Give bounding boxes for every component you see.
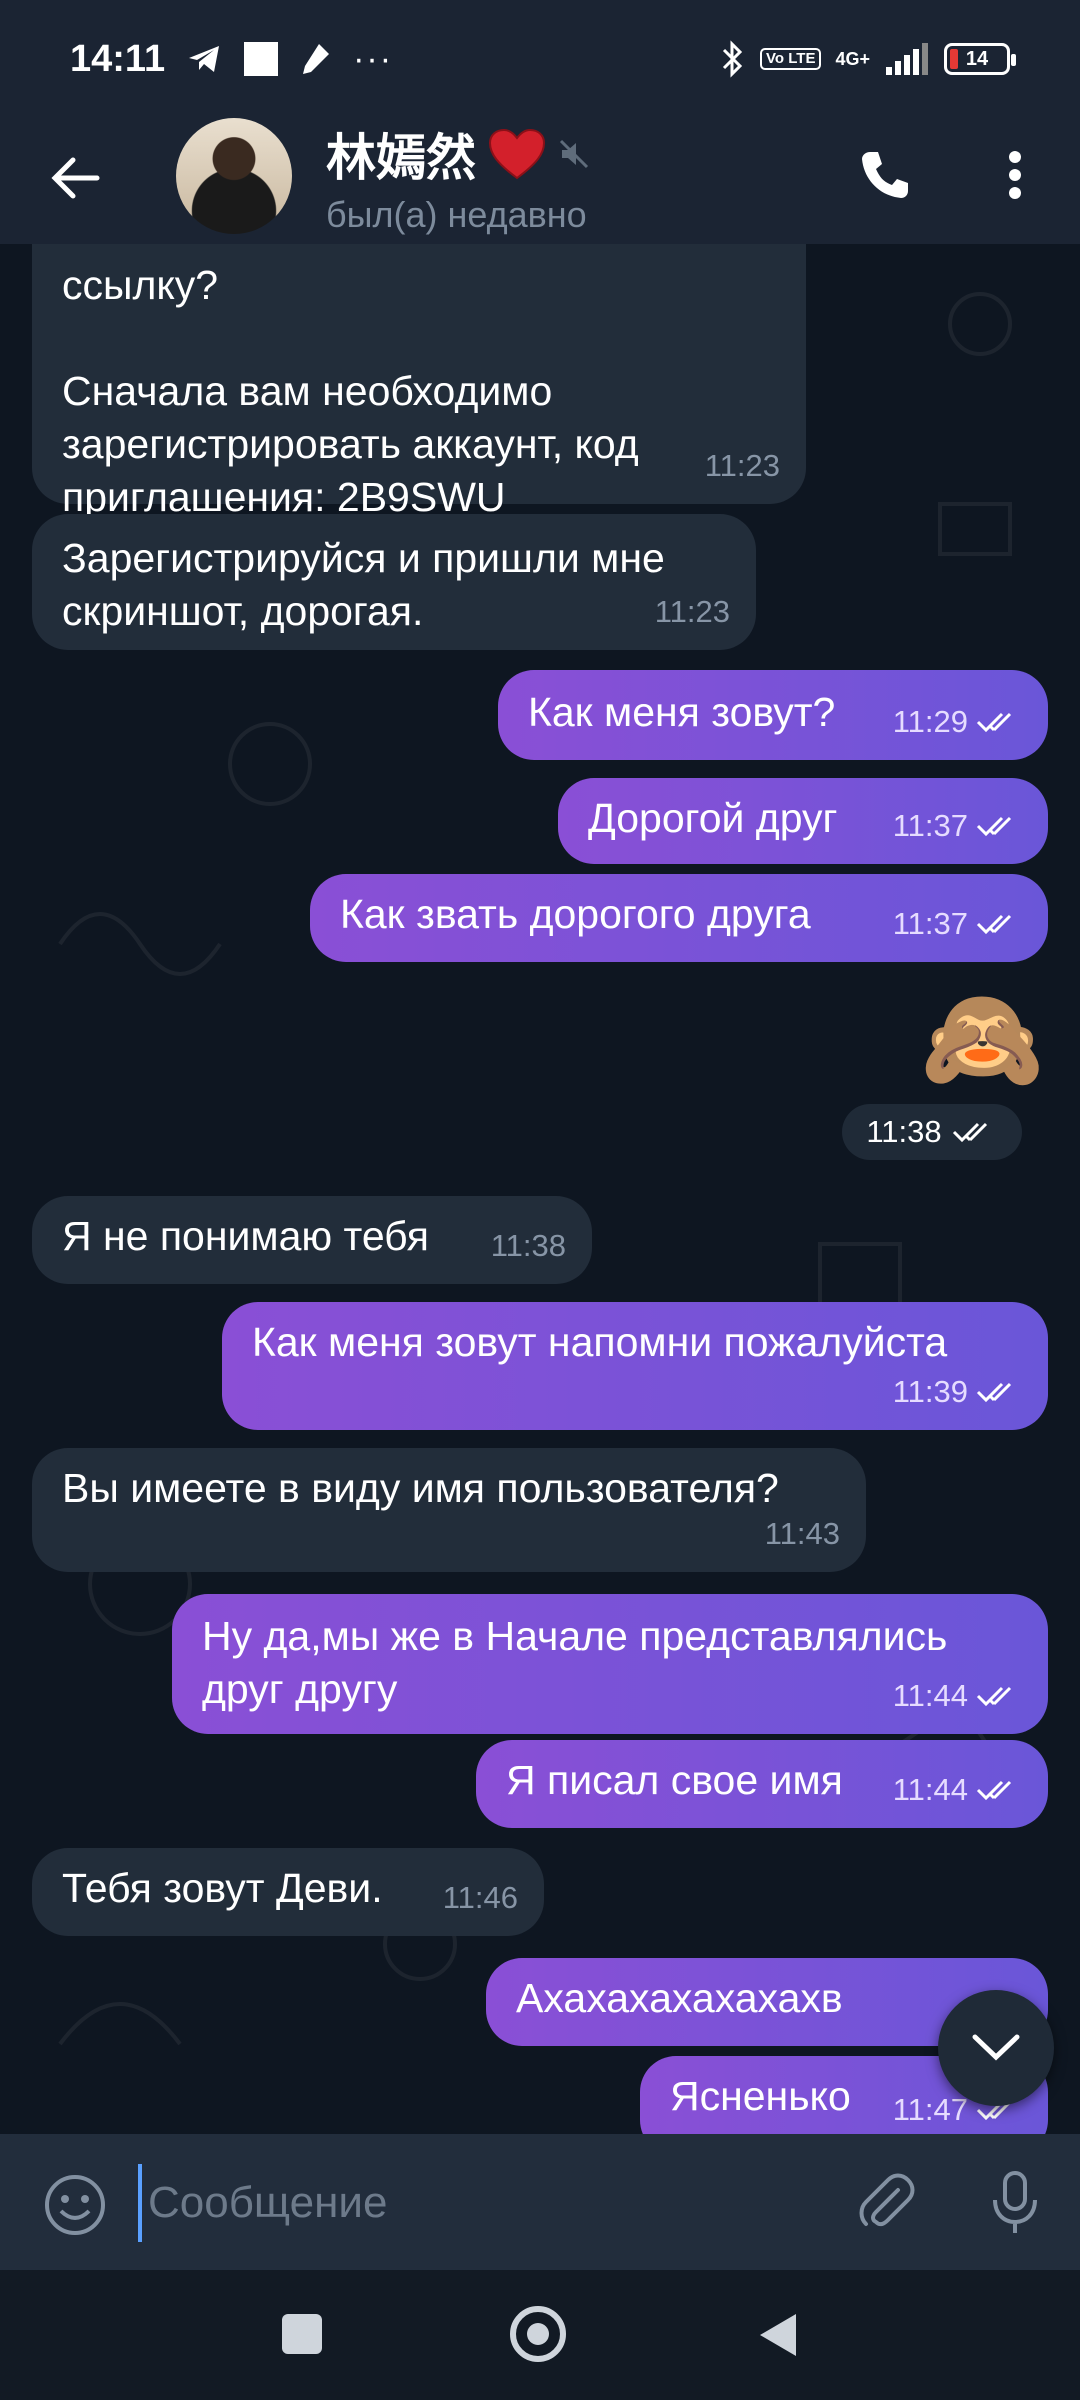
message-time: 11:29 (893, 695, 1022, 748)
message-text: Ясненько (670, 2073, 851, 2119)
image-icon (244, 42, 279, 76)
message-text: Как звать дорогого друга (340, 891, 811, 937)
message-text: Дорогой друг (588, 795, 838, 841)
phone-icon (862, 152, 908, 198)
chat-title-area[interactable]: 林嫣然 был(а) недавно (326, 118, 590, 236)
chat-title: 林嫣然 (326, 118, 590, 190)
more-vertical-icon (1009, 151, 1021, 199)
nav-back-icon[interactable] (756, 2310, 800, 2360)
message-time: 11:38 (842, 1104, 1022, 1160)
message-time: 11:37 (893, 799, 1022, 852)
voice-button[interactable] (980, 2168, 1050, 2238)
double-check-icon (952, 1122, 987, 1143)
double-check-icon (976, 1686, 1012, 1706)
chat-status: был(а) недавно (326, 194, 587, 235)
pen-icon (303, 44, 330, 74)
message-text: Зарегистрируйся и пришли мне скриншот, д… (62, 535, 665, 634)
heart-icon (488, 128, 546, 180)
back-button[interactable] (44, 146, 108, 210)
message-time: 11:46 (442, 1880, 518, 1915)
contact-name: 林嫣然 (326, 130, 476, 186)
home-button[interactable] (510, 2306, 566, 2362)
arrow-left-icon (51, 157, 100, 199)
message-outgoing[interactable]: Как меня зовут? 11:29 (498, 670, 1048, 760)
double-check-icon (976, 816, 1012, 836)
message-incoming[interactable]: Тебя зовут Деви. 11:46 (32, 1848, 544, 1936)
message-time: 11:38 (490, 1228, 566, 1263)
call-button[interactable] (850, 140, 920, 210)
message-time: 11:44 (893, 1763, 1022, 1816)
double-check-icon (976, 712, 1012, 732)
chevron-down-icon (972, 2034, 1020, 2061)
signal-icon (886, 43, 928, 75)
message-input[interactable] (138, 2164, 830, 2242)
status-bar: 14:11 ··· Vo LTE 4G+ 14 (0, 0, 1080, 118)
message-time: 11:39 (893, 1365, 1022, 1418)
message-incoming[interactable]: ссылку? Сначала вам необходимо зарегистр… (32, 244, 806, 520)
bluetooth-icon (722, 40, 743, 78)
message-time: 11:44 (893, 1669, 1022, 1722)
message-outgoing[interactable]: Как звать дорогого друга 11:37 (310, 874, 1048, 962)
muted-icon (559, 139, 589, 169)
message-text: Как меня зовут напомни пожалуйста (252, 1319, 948, 1365)
status-left-icons: ··· (187, 40, 393, 79)
message-text: Ахахахахахахахв (516, 1975, 843, 2021)
message-text: Вы имеете в виду имя пользователя? (62, 1465, 779, 1511)
message-time: 11:37 (893, 897, 1022, 950)
double-check-icon (976, 1780, 1012, 1800)
attach-button[interactable] (850, 2168, 920, 2238)
message-outgoing[interactable]: Я писал свое имя 11:44 (476, 1740, 1048, 1828)
message-text: ссылку? Сначала вам необходимо зарегистр… (62, 262, 639, 520)
message-text: Тебя зовут Деви. (62, 1865, 383, 1911)
more-notifications-icon: ··· (353, 39, 394, 78)
message-text: Я писал свое имя (506, 1757, 843, 1803)
message-composer (0, 2134, 1080, 2270)
message-outgoing[interactable]: Как меня зовут напомни пожалуйста 11:39 (222, 1302, 1048, 1430)
message-text: Как меня зовут? (528, 689, 836, 735)
message-text: Ну да,мы же в Начале представлялись друг… (202, 1613, 948, 1712)
volte-badge: Vo LTE (760, 48, 822, 70)
avatar[interactable] (176, 118, 292, 234)
battery-icon: 14 (944, 43, 1016, 75)
message-time: 11:23 (704, 448, 780, 483)
message-incoming[interactable]: Зарегистрируйся и пришли мне скриншот, д… (32, 514, 756, 650)
message-outgoing[interactable]: Ну да,мы же в Начале представлялись друг… (172, 1594, 1048, 1734)
more-button[interactable] (980, 140, 1050, 210)
double-check-icon (976, 1382, 1012, 1402)
status-time: 14:11 (70, 37, 166, 80)
message-outgoing[interactable]: Дорогой друг 11:37 (558, 778, 1048, 864)
emoji-message[interactable]: 🙈 (920, 984, 1045, 1094)
telegram-icon (189, 46, 220, 72)
battery-level: 14 (965, 47, 989, 70)
message-incoming[interactable]: Вы имеете в виду имя пользователя? 11:43 (32, 1448, 866, 1572)
message-incoming[interactable]: Я не понимаю тебя 11:38 (32, 1196, 592, 1284)
emoji-button[interactable] (40, 2170, 110, 2240)
microphone-icon (993, 2171, 1037, 2233)
paperclip-icon (859, 2173, 915, 2227)
recents-button[interactable] (282, 2314, 322, 2354)
network-type: 4G+ (835, 49, 870, 69)
message-text: Я не понимаю тебя (62, 1213, 429, 1259)
double-check-icon (976, 914, 1012, 934)
scroll-down-button[interactable] (938, 1990, 1054, 2106)
smile-icon (45, 2175, 105, 2235)
message-time: 11:23 (654, 594, 730, 629)
status-right-icons: Vo LTE 4G+ 14 (720, 40, 1016, 78)
message-list[interactable]: ссылку? Сначала вам необходимо зарегистр… (0, 244, 1080, 2134)
system-navigation-bar (0, 2270, 1080, 2400)
chat-header: 林嫣然 был(а) недавно (0, 118, 1080, 244)
message-time: 11:43 (764, 1516, 840, 1551)
